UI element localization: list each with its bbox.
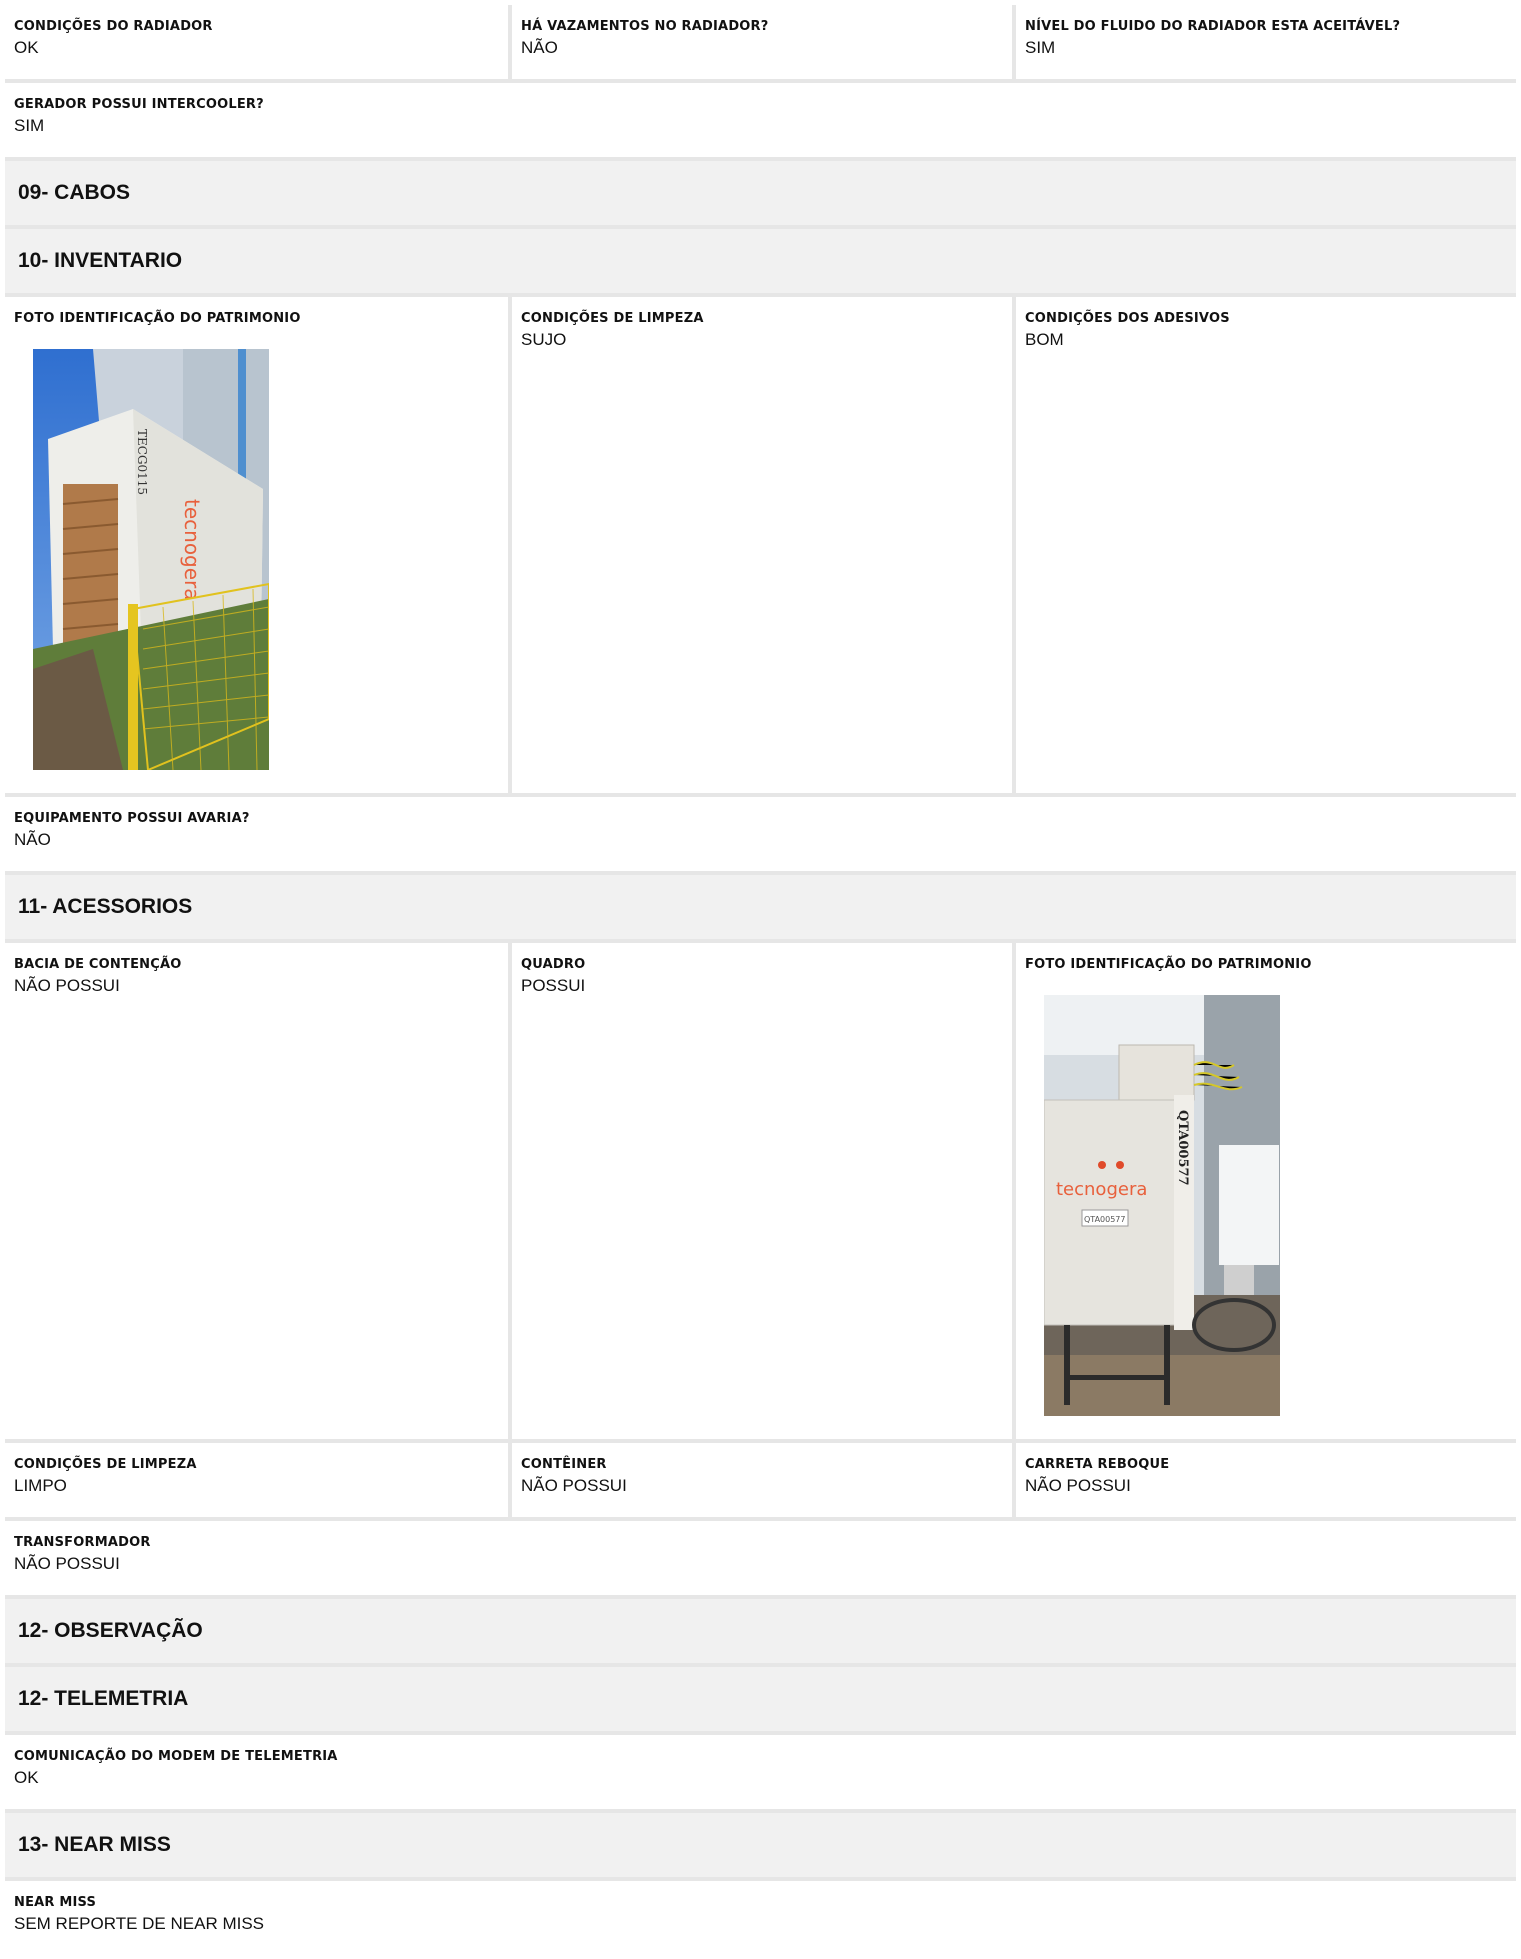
field-near-miss: NEAR MISS SEM REPORTE DE NEAR MISS (5, 1881, 1516, 1959)
panel-code-text: QTA00577 (1175, 1110, 1190, 1186)
field-value: OK (14, 38, 39, 57)
field-value: OK (14, 1768, 39, 1787)
field-label: FOTO IDENTIFICAÇÃO DO PATRIMONIO (14, 311, 301, 326)
section-header-observacao: 12- OBSERVAÇÃO (5, 1599, 1516, 1667)
field-label: GERADOR POSSUI INTERCOOLER? (14, 97, 264, 112)
intercooler-row: GERADOR POSSUI INTERCOOLER? SIM (5, 83, 1516, 161)
section-header-near-miss: 13- NEAR MISS (5, 1813, 1516, 1881)
field-limpeza-inventario: CONDIÇÕES DE LIMPEZA SUJO (508, 297, 1012, 793)
field-label: TRANSFORMADOR (14, 1535, 151, 1550)
field-label: CONTÊINER (521, 1457, 607, 1472)
radiator-row: CONDIÇÕES DO RADIADOR OK HÁ VAZAMENTOS N… (5, 5, 1516, 83)
field-radiator-condition: CONDIÇÕES DO RADIADOR OK (5, 5, 508, 79)
field-value: NÃO (14, 830, 51, 849)
telemetria-row: COMUNICAÇÃO DO MODEM DE TELEMETRIA OK (5, 1735, 1516, 1813)
field-label: CONDIÇÕES DE LIMPEZA (521, 311, 704, 326)
field-value: BOM (1025, 330, 1064, 349)
near-miss-row: NEAR MISS SEM REPORTE DE NEAR MISS (5, 1881, 1516, 1959)
field-label: NÍVEL DO FLUIDO DO RADIADOR ESTA ACEITÁV… (1025, 19, 1401, 34)
field-label: FOTO IDENTIFICAÇÃO DO PATRIMONIO (1025, 957, 1312, 972)
section-header-telemetria: 12- TELEMETRIA (5, 1667, 1516, 1735)
field-value: POSSUI (521, 976, 586, 995)
panel-tag-text: QTA00577 (1084, 1215, 1125, 1224)
field-carreta: CARRETA REBOQUE NÃO POSSUI (1012, 1443, 1515, 1517)
field-intercooler: GERADOR POSSUI INTERCOOLER? SIM (5, 83, 1516, 157)
field-label: CONDIÇÕES DE LIMPEZA (14, 1457, 197, 1472)
field-adesivos: CONDIÇÕES DOS ADESIVOS BOM (1012, 297, 1515, 793)
avaria-row: EQUIPAMENTO POSSUI AVARIA? NÃO (5, 797, 1516, 875)
field-label: EQUIPAMENTO POSSUI AVARIA? (14, 811, 250, 826)
section-header-cabos: 09- CABOS (5, 161, 1516, 229)
field-conteiner: CONTÊINER NÃO POSSUI (508, 1443, 1012, 1517)
field-value: SIM (1025, 38, 1056, 57)
acessorios-row-2: CONDIÇÕES DE LIMPEZA LIMPO CONTÊINER NÃO… (5, 1443, 1516, 1521)
field-value: SUJO (521, 330, 567, 349)
field-value: SEM REPORTE DE NEAR MISS (14, 1914, 265, 1933)
transformador-row: TRANSFORMADOR NÃO POSSUI (5, 1521, 1516, 1599)
field-label: HÁ VAZAMENTOS NO RADIADOR? (521, 19, 769, 34)
panel-brand-text: tecnogera (1056, 1179, 1147, 1200)
field-label: CONDIÇÕES DO RADIADOR (14, 19, 213, 34)
field-value: NÃO POSSUI (14, 976, 120, 995)
field-label: CONDIÇÕES DOS ADESIVOS (1025, 311, 1230, 326)
panel-photo[interactable]: tecnogera QTA00577 QTA00577 (1044, 995, 1280, 1416)
field-label: CARRETA REBOQUE (1025, 1457, 1170, 1472)
acessorios-row: BACIA DE CONTENÇÃO NÃO POSSUI QUADRO POS… (5, 943, 1516, 1443)
field-value: LIMPO (14, 1476, 67, 1495)
section-header-inventario: 10- INVENTARIO (5, 229, 1516, 297)
field-bacia: BACIA DE CONTENÇÃO NÃO POSSUI (5, 943, 508, 1439)
field-label: QUADRO (521, 957, 586, 972)
section-header-acessorios: 11- ACESSORIOS (5, 875, 1516, 943)
field-label: COMUNICAÇÃO DO MODEM DE TELEMETRIA (14, 1749, 338, 1764)
field-value: NÃO POSSUI (1025, 1476, 1131, 1495)
generator-brand-text: tecnogera (180, 499, 204, 601)
field-quadro: QUADRO POSSUI (508, 943, 1012, 1439)
field-limpeza-acessorios: CONDIÇÕES DE LIMPEZA LIMPO (5, 1443, 508, 1517)
field-transformador: TRANSFORMADOR NÃO POSSUI (5, 1521, 1516, 1595)
field-value: SIM (14, 116, 45, 135)
inventario-row: FOTO IDENTIFICAÇÃO DO PATRIMONIO tecnoge… (5, 297, 1516, 797)
field-value: NÃO (521, 38, 558, 57)
field-photo-patrimonio: FOTO IDENTIFICAÇÃO DO PATRIMONIO tecnoge… (5, 297, 508, 793)
field-label: BACIA DE CONTENÇÃO (14, 957, 182, 972)
field-label: NEAR MISS (14, 1895, 97, 1910)
field-value: NÃO POSSUI (14, 1554, 120, 1573)
field-photo-patrimonio-quadro: FOTO IDENTIFICAÇÃO DO PATRIMONIO tecnoge… (1012, 943, 1515, 1439)
field-telemetria: COMUNICAÇÃO DO MODEM DE TELEMETRIA OK (5, 1735, 1516, 1809)
field-radiator-leaks: HÁ VAZAMENTOS NO RADIADOR? NÃO (508, 5, 1012, 79)
field-avaria: EQUIPAMENTO POSSUI AVARIA? NÃO (5, 797, 1516, 871)
inspection-report: CONDIÇÕES DO RADIADOR OK HÁ VAZAMENTOS N… (5, 5, 1516, 1959)
field-radiator-fluid-level: NÍVEL DO FLUIDO DO RADIADOR ESTA ACEITÁV… (1012, 5, 1515, 79)
generator-photo[interactable]: tecnogera TECG0115 (33, 349, 269, 770)
generator-code-text: TECG0115 (135, 429, 149, 495)
field-value: NÃO POSSUI (521, 1476, 627, 1495)
